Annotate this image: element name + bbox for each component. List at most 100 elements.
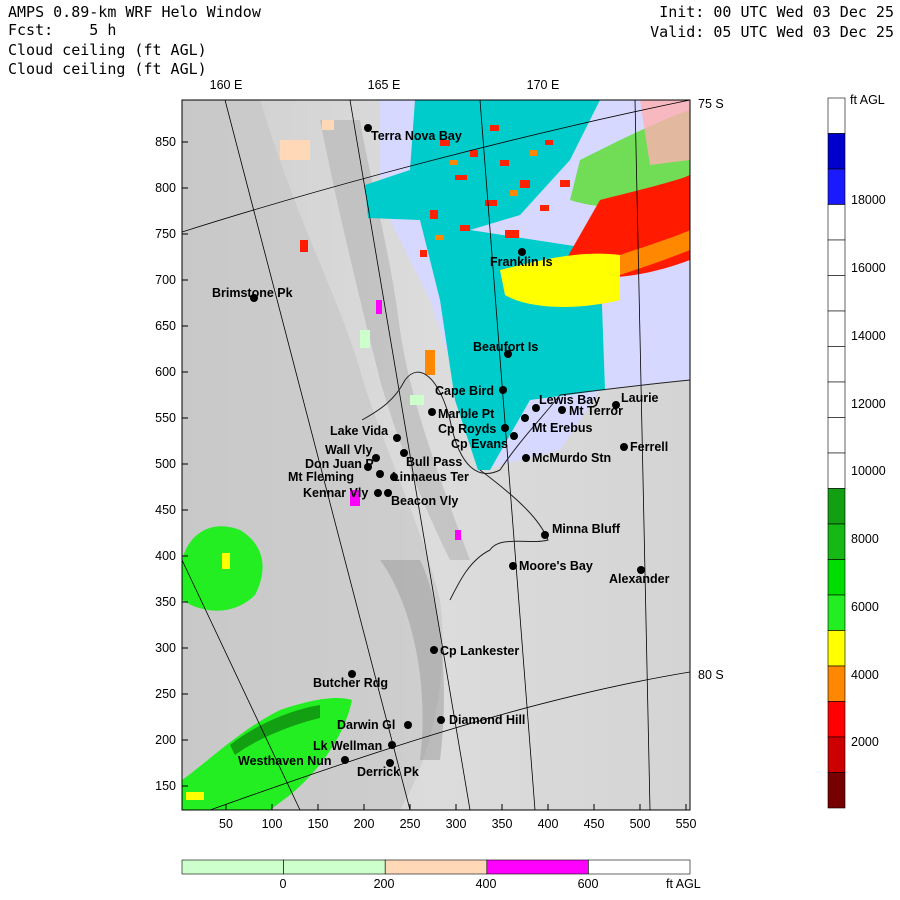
colorbar-segment xyxy=(827,488,846,525)
y-tick-label: 400 xyxy=(155,549,176,563)
y-tick-label: 650 xyxy=(155,319,176,333)
place-marker xyxy=(558,406,566,414)
latitude-label: 80 S xyxy=(698,668,724,682)
place-label: Beacon Vly xyxy=(391,494,458,508)
place-marker xyxy=(374,489,382,497)
place-label: McMurdo Stn xyxy=(532,451,611,465)
x-tick-label: 550 xyxy=(676,817,697,831)
place-label: Laurie xyxy=(621,391,659,405)
low-colorbar-label: 0 xyxy=(280,877,287,891)
place-label: Moore's Bay xyxy=(519,559,593,573)
colorbar-segment xyxy=(827,523,846,560)
place-cp-lankester: Cp Lankester xyxy=(430,644,519,658)
longitude-label: 165 E xyxy=(368,78,401,92)
place-marker xyxy=(510,432,518,440)
place-marker xyxy=(509,562,517,570)
colorbar-segment xyxy=(827,701,846,738)
x-tick-label: 400 xyxy=(538,817,559,831)
low-colorbar-segment xyxy=(384,859,488,875)
y-tick-label: 350 xyxy=(155,595,176,609)
colorbar-segment xyxy=(827,97,846,134)
x-tick-label: 50 xyxy=(219,817,233,831)
place-linnaeus-ter: Linnaeus Ter xyxy=(390,470,469,484)
low-colorbar-label: 200 xyxy=(374,877,395,891)
colorbar-segment xyxy=(827,381,846,418)
x-tick-label: 500 xyxy=(630,817,651,831)
place-marker xyxy=(437,716,445,724)
y-tick-label: 500 xyxy=(155,457,176,471)
x-tick-label: 150 xyxy=(308,817,329,831)
place-label: Terra Nova Bay xyxy=(371,129,462,143)
y-tick-label: 150 xyxy=(155,779,176,793)
colorbar-segment xyxy=(827,310,846,347)
colorbar-label: 10000 xyxy=(851,464,886,478)
colorbar-segment xyxy=(827,346,846,383)
colorbar-segment xyxy=(827,275,846,312)
x-tick-label: 200 xyxy=(354,817,375,831)
place-label: Cp Evans xyxy=(451,437,508,451)
s-yellow-spot xyxy=(186,792,204,800)
place-label: Minna Bluff xyxy=(552,522,621,536)
place-marker xyxy=(620,443,628,451)
colorbar-label: 6000 xyxy=(851,600,879,614)
place-label: Derrick Pk xyxy=(357,765,419,779)
place-label: Lake Vida xyxy=(330,424,389,438)
x-tick-label: 450 xyxy=(584,817,605,831)
place-diamond-hill: Diamond Hill xyxy=(437,713,525,727)
colorbar-segment xyxy=(827,665,846,702)
y-tick-label: 800 xyxy=(155,181,176,195)
place-label: Beaufort Is xyxy=(473,340,538,354)
y-tick-label: 700 xyxy=(155,273,176,287)
place-label: Don Juan P xyxy=(305,457,374,471)
colorbar-segment xyxy=(827,168,846,205)
place-label: Butcher Rdg xyxy=(313,676,388,690)
colorbar-segment xyxy=(827,594,846,631)
low-ceiling-colorbar: 0 200 400 600 ft AGL xyxy=(181,859,701,891)
place-brimstone-pk: Brimstone Pk xyxy=(212,286,293,302)
place-label: Mt Fleming xyxy=(288,470,354,484)
place-marker xyxy=(430,646,438,654)
colorbar-segment xyxy=(827,559,846,596)
place-label: Brimstone Pk xyxy=(212,286,293,300)
sw-yellow-spot xyxy=(222,553,230,569)
place-label: Mt Erebus xyxy=(532,421,592,435)
place-label: Alexander xyxy=(609,572,670,586)
place-marker xyxy=(393,434,401,442)
low-colorbar-label: 400 xyxy=(476,877,497,891)
colorbar-segment xyxy=(827,204,846,241)
y-tick-label: 850 xyxy=(155,135,176,149)
low-colorbar-segment xyxy=(588,859,691,875)
low-colorbar-label: 600 xyxy=(578,877,599,891)
x-tick-label: 250 xyxy=(400,817,421,831)
place-label: Cape Bird xyxy=(435,384,494,398)
x-tick-label: 100 xyxy=(262,817,283,831)
place-label: Lk Wellman xyxy=(313,739,382,753)
map-canvas: Terra Nova Bay Brimstone Pk Franklin Is Bea… xyxy=(155,78,886,891)
place-marker xyxy=(341,756,349,764)
colorbar-segment xyxy=(827,736,846,773)
place-marker xyxy=(501,424,509,432)
place-label: Westhaven Nun xyxy=(238,754,332,768)
latitude-label: 75 S xyxy=(698,97,724,111)
x-tick-label: 350 xyxy=(492,817,513,831)
place-marker xyxy=(522,454,530,462)
place-marker xyxy=(404,721,412,729)
y-tick-label: 300 xyxy=(155,641,176,655)
place-moore-s-bay: Moore's Bay xyxy=(509,559,593,573)
low-colorbar-segment xyxy=(486,859,589,875)
y-tick-label: 200 xyxy=(155,733,176,747)
place-marker xyxy=(541,531,549,539)
place-label: Franklin Is xyxy=(490,255,553,269)
low-colorbar-segment xyxy=(181,859,284,875)
y-tick-label: 550 xyxy=(155,411,176,425)
colorbar-label: 4000 xyxy=(851,668,879,682)
low-colorbar-unit: ft AGL xyxy=(666,877,701,891)
place-label: Wall Vly xyxy=(325,443,373,457)
place-label: Bull Pass xyxy=(406,455,462,469)
place-label: Kennar Vly xyxy=(303,486,368,500)
place-label: Cp Lankester xyxy=(440,644,519,658)
colorbar-label: 18000 xyxy=(851,193,886,207)
y-tick-label: 600 xyxy=(155,365,176,379)
place-label: Cp Royds xyxy=(438,422,496,436)
colorbar-label: 16000 xyxy=(851,261,886,275)
